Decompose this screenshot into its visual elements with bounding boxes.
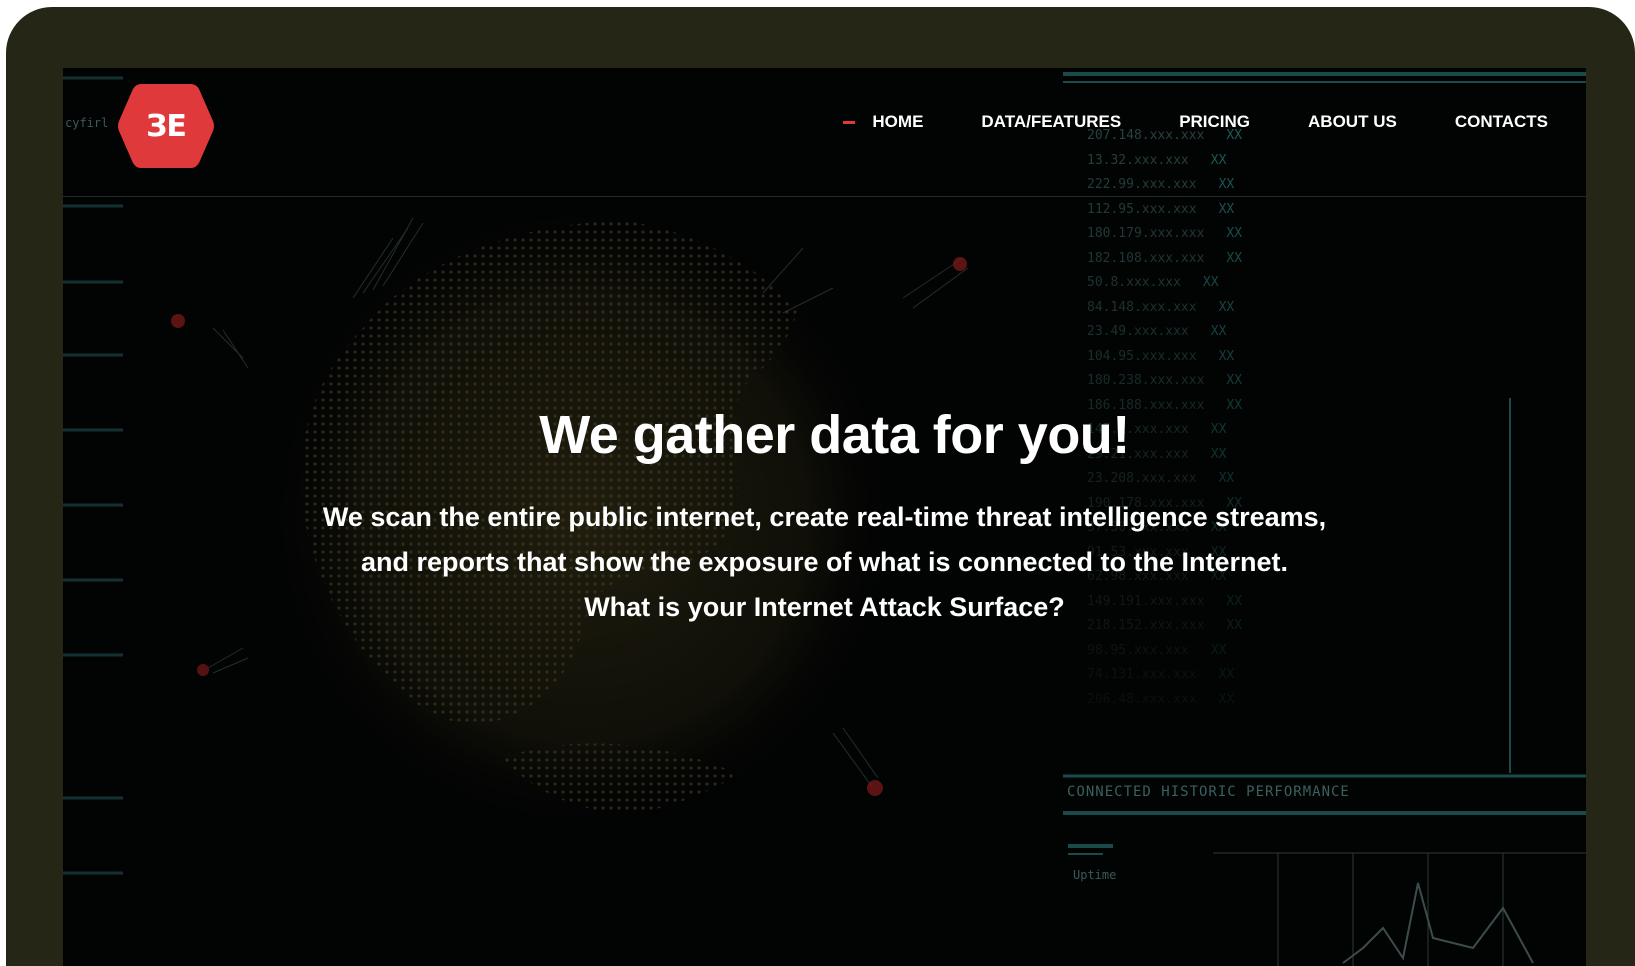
nav-home[interactable]: HOME (843, 112, 923, 132)
ip-row: 84.148.xxx.xxx XX (1087, 296, 1307, 321)
ip-tag: XX (1210, 152, 1227, 168)
ip-tag: XX (1202, 275, 1219, 290)
ip-address: 206.48.xxx.xxx (1087, 691, 1197, 707)
ip-row: 206.48.xxx.xxx XX (1087, 688, 1307, 713)
ip-row: 104.95.xxx.xxx XX (1087, 345, 1307, 370)
logo-text: ЗE (146, 108, 187, 144)
ip-tag: XX (1218, 299, 1235, 315)
ip-address: 104.95.xxx.xxx (1087, 348, 1197, 364)
ip-row: 13.32.xxx.xxx XX (1087, 149, 1307, 174)
ip-tag: XX (1210, 642, 1227, 658)
uptime-label: Uptime (1073, 868, 1117, 882)
side-label: cyfirl (65, 116, 109, 130)
nav-about-us[interactable]: ABOUT US (1308, 112, 1397, 132)
header-divider (63, 196, 1586, 197)
ip-tag: XX (1218, 201, 1235, 217)
ip-tag: XX (1218, 691, 1235, 707)
hero-subtitle-line: and reports that show the exposure of wh… (360, 547, 1289, 577)
ip-row: 50.8.xxx.xxx XX (1087, 271, 1307, 296)
browser-screen: cyfirl ЗE HOME DATA/FEATURES PRICING ABO… (63, 68, 1586, 966)
ip-tag: XX (1226, 226, 1243, 241)
active-indicator (843, 120, 856, 124)
ip-address: 23.49.xxx.xxx (1087, 324, 1189, 339)
hero-section: We gather data for you! We scan the enti… (63, 403, 1586, 630)
hero-subtitle-line: What is your Internet Attack Surface? (584, 592, 1065, 622)
ip-tag: XX (1218, 348, 1235, 364)
ip-row: 23.49.xxx.xxx XX (1087, 320, 1307, 345)
ip-row: 182.108.xxx.xxx XX (1087, 247, 1307, 272)
hero-title: We gather data for you! (539, 405, 1130, 465)
ip-tag: XX (1210, 324, 1227, 339)
ip-tag: XX (1226, 373, 1243, 388)
ip-row: 180.238.xxx.xxx XX (1087, 369, 1307, 394)
ip-row: 207.148.xxx.xxx XX (1087, 124, 1307, 149)
hero-subtitle: We scan the entire public internet, crea… (63, 495, 1586, 630)
hero-subtitle-line: We scan the entire public internet, crea… (322, 502, 1327, 532)
logo[interactable]: ЗE (116, 81, 216, 171)
ip-tag: XX (1218, 177, 1235, 192)
ip-tag: XX (1226, 128, 1243, 143)
ip-tag: XX (1218, 667, 1235, 682)
ip-address: 180.179.xxx.xxx (1087, 226, 1205, 241)
ip-address: 74.131.xxx.xxx (1087, 667, 1197, 682)
nav-contacts[interactable]: CONTACTS (1455, 112, 1548, 132)
ip-address: 98.95.xxx.xxx (1087, 642, 1189, 658)
ip-address: 84.148.xxx.xxx (1087, 299, 1197, 315)
ip-address: 180.238.xxx.xxx (1087, 373, 1205, 388)
ip-row: 112.95.xxx.xxx XX (1087, 198, 1307, 223)
ip-tag: XX (1226, 250, 1243, 266)
mini-chart (1213, 852, 1586, 966)
ip-row: 74.131.xxx.xxx XX (1087, 663, 1307, 688)
ip-address: 207.148.xxx.xxx (1087, 128, 1205, 143)
ip-row: 98.95.xxx.xxx XX (1087, 639, 1307, 664)
ip-row: 180.179.xxx.xxx XX (1087, 222, 1307, 247)
ip-row: 222.99.xxx.xxx XX (1087, 173, 1307, 198)
ip-address: 222.99.xxx.xxx (1087, 177, 1197, 192)
performance-label: CONNECTED HISTORIC PERFORMANCE (1067, 784, 1350, 800)
ip-address: 182.108.xxx.xxx (1087, 250, 1205, 266)
nav-home-label: HOME (872, 112, 924, 131)
ip-address: 13.32.xxx.xxx (1087, 152, 1189, 168)
ip-address: 112.95.xxx.xxx (1087, 201, 1197, 217)
ip-address: 50.8.xxx.xxx (1087, 275, 1181, 290)
